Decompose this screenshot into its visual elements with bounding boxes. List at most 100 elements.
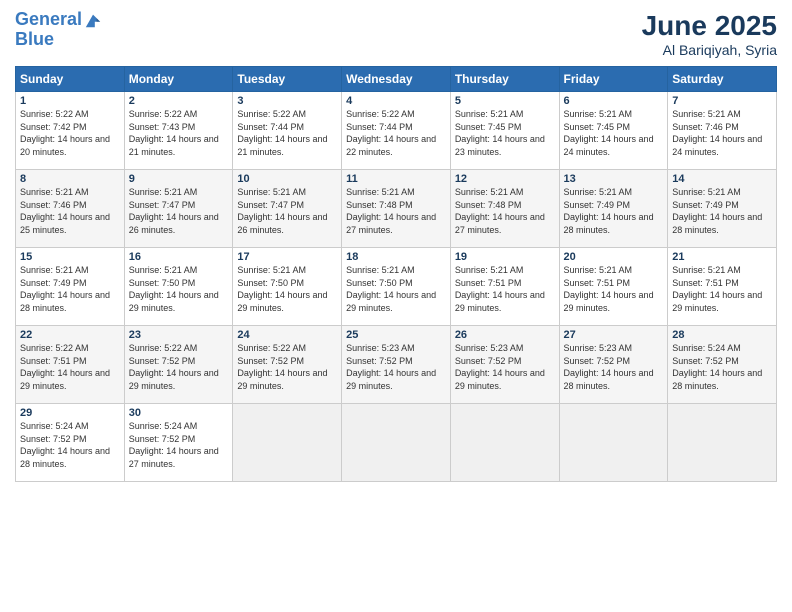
table-row: 21 Sunrise: 5:21 AM Sunset: 7:51 PM Dayl… [668,248,777,326]
day-info: Sunrise: 5:21 AM Sunset: 7:48 PM Dayligh… [346,186,446,236]
day-number: 24 [237,329,337,341]
table-row: 7 Sunrise: 5:21 AM Sunset: 7:46 PM Dayli… [668,92,777,170]
day-number: 23 [129,329,229,341]
title-block: June 2025 Al Bariqiyah, Syria [642,10,777,58]
col-monday: Monday [124,67,233,92]
day-info: Sunrise: 5:21 AM Sunset: 7:45 PM Dayligh… [564,108,664,158]
logo-text-line1: General [15,10,82,30]
calendar-title: June 2025 [642,10,777,42]
table-row: 5 Sunrise: 5:21 AM Sunset: 7:45 PM Dayli… [450,92,559,170]
logo: General Blue [15,10,106,50]
day-info: Sunrise: 5:21 AM Sunset: 7:45 PM Dayligh… [455,108,555,158]
day-info: Sunrise: 5:22 AM Sunset: 7:44 PM Dayligh… [346,108,446,158]
col-friday: Friday [559,67,668,92]
table-row: 1 Sunrise: 5:22 AM Sunset: 7:42 PM Dayli… [16,92,125,170]
page: General Blue June 2025 Al Bariqiyah, Syr… [0,0,792,612]
day-number: 13 [564,173,664,185]
table-row: 8 Sunrise: 5:21 AM Sunset: 7:46 PM Dayli… [16,170,125,248]
day-number: 7 [672,95,772,107]
day-info: Sunrise: 5:21 AM Sunset: 7:49 PM Dayligh… [672,186,772,236]
day-info: Sunrise: 5:21 AM Sunset: 7:48 PM Dayligh… [455,186,555,236]
day-number: 18 [346,251,446,263]
day-info: Sunrise: 5:21 AM Sunset: 7:50 PM Dayligh… [346,264,446,314]
calendar-row: 1 Sunrise: 5:22 AM Sunset: 7:42 PM Dayli… [16,92,777,170]
day-number: 17 [237,251,337,263]
calendar-subtitle: Al Bariqiyah, Syria [642,42,777,58]
day-number: 21 [672,251,772,263]
day-number: 19 [455,251,555,263]
day-info: Sunrise: 5:23 AM Sunset: 7:52 PM Dayligh… [346,342,446,392]
day-info: Sunrise: 5:24 AM Sunset: 7:52 PM Dayligh… [129,420,229,470]
day-number: 8 [20,173,120,185]
logo-icon [84,11,102,29]
day-info: Sunrise: 5:21 AM Sunset: 7:50 PM Dayligh… [237,264,337,314]
calendar-table: Sunday Monday Tuesday Wednesday Thursday… [15,66,777,482]
table-row [559,404,668,482]
day-number: 9 [129,173,229,185]
table-row: 30 Sunrise: 5:24 AM Sunset: 7:52 PM Dayl… [124,404,233,482]
calendar-row: 29 Sunrise: 5:24 AM Sunset: 7:52 PM Dayl… [16,404,777,482]
day-info: Sunrise: 5:21 AM Sunset: 7:46 PM Dayligh… [672,108,772,158]
table-row: 13 Sunrise: 5:21 AM Sunset: 7:49 PM Dayl… [559,170,668,248]
day-info: Sunrise: 5:21 AM Sunset: 7:49 PM Dayligh… [564,186,664,236]
table-row: 28 Sunrise: 5:24 AM Sunset: 7:52 PM Dayl… [668,326,777,404]
logo-text-line2: Blue [15,30,106,50]
day-number: 11 [346,173,446,185]
col-sunday: Sunday [16,67,125,92]
day-number: 26 [455,329,555,341]
table-row [450,404,559,482]
calendar-row: 8 Sunrise: 5:21 AM Sunset: 7:46 PM Dayli… [16,170,777,248]
day-number: 15 [20,251,120,263]
table-row: 6 Sunrise: 5:21 AM Sunset: 7:45 PM Dayli… [559,92,668,170]
day-number: 10 [237,173,337,185]
table-row: 27 Sunrise: 5:23 AM Sunset: 7:52 PM Dayl… [559,326,668,404]
day-number: 22 [20,329,120,341]
day-number: 27 [564,329,664,341]
table-row [342,404,451,482]
day-info: Sunrise: 5:23 AM Sunset: 7:52 PM Dayligh… [455,342,555,392]
header-row: Sunday Monday Tuesday Wednesday Thursday… [16,67,777,92]
day-number: 16 [129,251,229,263]
table-row: 24 Sunrise: 5:22 AM Sunset: 7:52 PM Dayl… [233,326,342,404]
day-info: Sunrise: 5:23 AM Sunset: 7:52 PM Dayligh… [564,342,664,392]
table-row [668,404,777,482]
day-info: Sunrise: 5:22 AM Sunset: 7:42 PM Dayligh… [20,108,120,158]
day-info: Sunrise: 5:21 AM Sunset: 7:51 PM Dayligh… [564,264,664,314]
table-row: 17 Sunrise: 5:21 AM Sunset: 7:50 PM Dayl… [233,248,342,326]
table-row: 12 Sunrise: 5:21 AM Sunset: 7:48 PM Dayl… [450,170,559,248]
day-info: Sunrise: 5:21 AM Sunset: 7:50 PM Dayligh… [129,264,229,314]
table-row: 4 Sunrise: 5:22 AM Sunset: 7:44 PM Dayli… [342,92,451,170]
day-info: Sunrise: 5:21 AM Sunset: 7:49 PM Dayligh… [20,264,120,314]
day-number: 5 [455,95,555,107]
day-number: 1 [20,95,120,107]
day-info: Sunrise: 5:21 AM Sunset: 7:47 PM Dayligh… [129,186,229,236]
table-row: 3 Sunrise: 5:22 AM Sunset: 7:44 PM Dayli… [233,92,342,170]
calendar-row: 22 Sunrise: 5:22 AM Sunset: 7:51 PM Dayl… [16,326,777,404]
table-row: 18 Sunrise: 5:21 AM Sunset: 7:50 PM Dayl… [342,248,451,326]
table-row [233,404,342,482]
table-row: 9 Sunrise: 5:21 AM Sunset: 7:47 PM Dayli… [124,170,233,248]
table-row: 15 Sunrise: 5:21 AM Sunset: 7:49 PM Dayl… [16,248,125,326]
col-tuesday: Tuesday [233,67,342,92]
table-row: 23 Sunrise: 5:22 AM Sunset: 7:52 PM Dayl… [124,326,233,404]
day-info: Sunrise: 5:22 AM Sunset: 7:51 PM Dayligh… [20,342,120,392]
day-info: Sunrise: 5:21 AM Sunset: 7:51 PM Dayligh… [455,264,555,314]
day-info: Sunrise: 5:24 AM Sunset: 7:52 PM Dayligh… [20,420,120,470]
day-info: Sunrise: 5:21 AM Sunset: 7:46 PM Dayligh… [20,186,120,236]
table-row: 19 Sunrise: 5:21 AM Sunset: 7:51 PM Dayl… [450,248,559,326]
day-info: Sunrise: 5:22 AM Sunset: 7:44 PM Dayligh… [237,108,337,158]
table-row: 20 Sunrise: 5:21 AM Sunset: 7:51 PM Dayl… [559,248,668,326]
table-row: 16 Sunrise: 5:21 AM Sunset: 7:50 PM Dayl… [124,248,233,326]
day-number: 6 [564,95,664,107]
table-row: 29 Sunrise: 5:24 AM Sunset: 7:52 PM Dayl… [16,404,125,482]
table-row: 14 Sunrise: 5:21 AM Sunset: 7:49 PM Dayl… [668,170,777,248]
table-row: 11 Sunrise: 5:21 AM Sunset: 7:48 PM Dayl… [342,170,451,248]
day-number: 3 [237,95,337,107]
day-info: Sunrise: 5:21 AM Sunset: 7:47 PM Dayligh… [237,186,337,236]
day-info: Sunrise: 5:24 AM Sunset: 7:52 PM Dayligh… [672,342,772,392]
day-info: Sunrise: 5:22 AM Sunset: 7:43 PM Dayligh… [129,108,229,158]
day-number: 29 [20,407,120,419]
col-saturday: Saturday [668,67,777,92]
day-number: 25 [346,329,446,341]
day-number: 4 [346,95,446,107]
